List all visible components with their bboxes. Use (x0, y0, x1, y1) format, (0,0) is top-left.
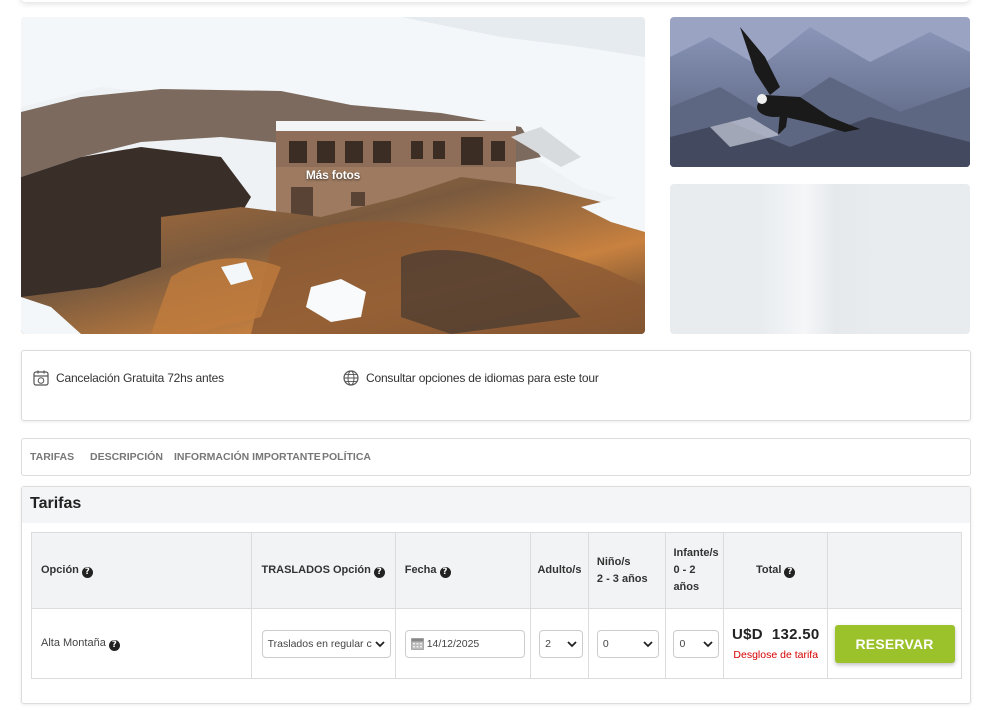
calendar-icon (410, 637, 424, 650)
header-infants-age-unit: años (673, 581, 700, 593)
header-transfers: TRASLADOS Opción? (250, 532, 396, 609)
reserve-button[interactable]: RESERVAR (834, 624, 955, 663)
children-select[interactable]: 0 (596, 629, 660, 658)
help-icon[interactable]: ? (108, 639, 120, 651)
rates-table: Opción? TRASLADOS Opción? Fecha? Adulto/… (31, 532, 962, 679)
transfer-select-value: Traslados en regular c (267, 637, 372, 650)
fare-breakdown-link[interactable]: Desglose de tarifa (724, 649, 827, 661)
children-select-value: 0 (602, 637, 609, 650)
top-card-edge (20, 0, 970, 2)
header-option-label: Opción (41, 564, 79, 576)
adults-select-value: 2 (545, 637, 551, 650)
tarifas-title: Tarifas (22, 487, 970, 523)
option-name: Alta Montaña (41, 636, 106, 649)
header-date: Fecha? (394, 532, 532, 609)
tour-tabs: TARIFAS DESCRIPCIÓN INFORMACIÓN IMPORTAN… (21, 438, 971, 476)
tab-politica[interactable]: POLÍTICA (322, 451, 371, 463)
tab-informacion-importante[interactable]: INFORMACIÓN IMPORTANTE (174, 451, 321, 463)
feature-languages: Consultar opciones de idiomas para este … (342, 369, 599, 387)
help-icon[interactable]: ? (373, 567, 385, 578)
feature-cancellation: Cancelación Gratuita 72hs antes (32, 369, 224, 387)
adults-select[interactable]: 2 (539, 629, 583, 658)
header-adults-label: Adulto/s (537, 564, 582, 576)
feature-languages-text: Consultar opciones de idiomas para este … (366, 371, 599, 385)
date-input[interactable]: 14/12/2025 (404, 629, 526, 658)
help-icon[interactable]: ? (439, 567, 451, 578)
header-children: Niño/s 2 - 3 años (587, 532, 667, 609)
tour-features-box: Cancelación Gratuita 72hs antes Consulta… (21, 350, 971, 421)
infants-select-value: 0 (679, 637, 686, 650)
transfer-cell: Traslados en regular c (250, 608, 396, 679)
header-option: Opción? (31, 532, 252, 609)
chevron-down-icon (375, 640, 385, 647)
feature-cancellation-text: Cancelación Gratuita 72hs antes (56, 371, 224, 385)
adults-cell: 2 (530, 608, 589, 679)
header-infants-label: Infante/s (673, 547, 719, 559)
header-children-label: Niño/s (596, 555, 631, 568)
header-total-label: Total (756, 564, 782, 576)
table-row: Alta Montaña? Traslados en regular c 14/… (31, 608, 962, 679)
total-cell: U$D 132.50 Desglose de tarifa (723, 608, 829, 679)
total-price: U$D 132.50 (731, 626, 820, 643)
help-icon[interactable]: ? (784, 567, 796, 578)
infants-cell: 0 (665, 608, 725, 679)
more-photos-link[interactable]: Más fotos (21, 168, 645, 182)
children-cell: 0 (587, 608, 667, 679)
header-children-age: 2 - 3 años (596, 572, 648, 585)
date-value: 14/12/2025 (426, 637, 480, 650)
transfer-select[interactable]: Traslados en regular c (261, 629, 391, 658)
calendar-icon (33, 370, 49, 386)
header-infants-age: 0 - 2 (673, 564, 696, 576)
side-photo-placeholder (670, 184, 970, 334)
header-adults: Adulto/s (530, 532, 589, 609)
infants-select[interactable]: 0 (673, 629, 720, 658)
header-transfers-label: TRASLADOS Opción (261, 564, 371, 576)
side-photo-condor[interactable] (670, 17, 970, 167)
option-cell: Alta Montaña? (31, 608, 252, 679)
header-infants: Infante/s 0 - 2 años (665, 532, 725, 609)
main-photo[interactable]: Más fotos (21, 17, 645, 334)
reserve-cell: RESERVAR (827, 608, 962, 679)
help-icon[interactable]: ? (81, 567, 93, 578)
tab-descripcion[interactable]: DESCRIPCIÓN (90, 451, 163, 463)
tab-tarifas[interactable]: TARIFAS (30, 451, 74, 463)
rates-header-row: Opción? TRASLADOS Opción? Fecha? Adulto/… (31, 532, 962, 609)
header-total: Total? (723, 532, 829, 609)
header-date-label: Fecha (404, 564, 437, 576)
condor-image (670, 17, 970, 167)
chevron-down-icon (643, 640, 654, 647)
tarifas-panel: Tarifas Opción? TRASLADOS Opción? Fecha?… (21, 486, 971, 704)
globe-icon (343, 370, 359, 386)
chevron-down-icon (567, 640, 577, 647)
header-actions (827, 532, 962, 609)
chevron-down-icon (703, 640, 713, 647)
date-cell: 14/12/2025 (394, 608, 532, 679)
